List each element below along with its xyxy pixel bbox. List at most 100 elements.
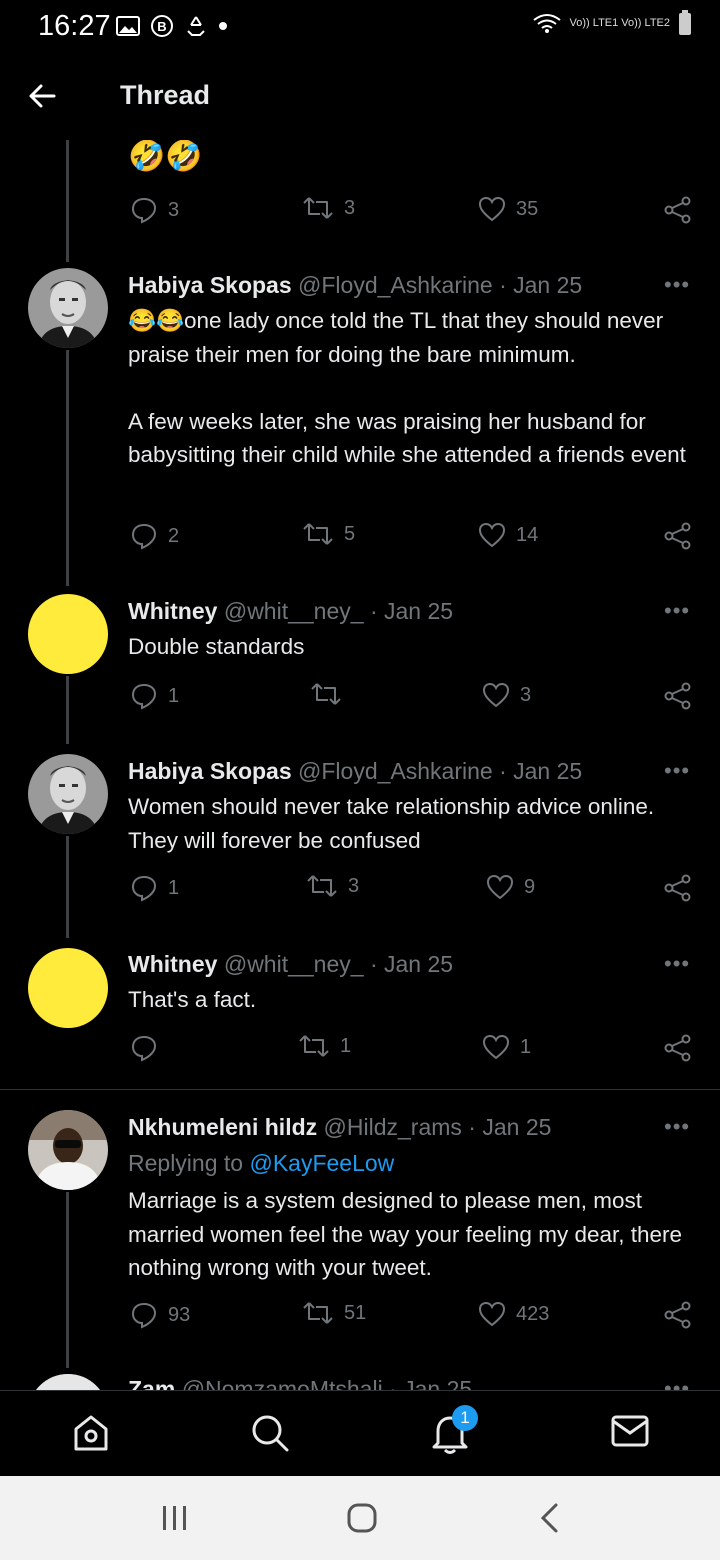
like-button[interactable]: 423 bbox=[478, 1301, 549, 1327]
tweet-header: Whitney @whit__ney_ · Jan 25 bbox=[128, 598, 453, 625]
tweet-body: 😂😂one lady once told the TL that they sh… bbox=[128, 308, 686, 467]
more-options-button[interactable]: ••• bbox=[664, 758, 690, 784]
status-notification-icons: B bbox=[116, 14, 228, 38]
tweet-body-partial: 🤣🤣 bbox=[128, 140, 203, 173]
tweet-date: · Jan 25 bbox=[389, 1376, 473, 1390]
heart-icon bbox=[482, 1034, 510, 1060]
tweet-body: Marriage is a system designed to please … bbox=[128, 1188, 683, 1280]
svg-text:B: B bbox=[157, 19, 166, 34]
display-name[interactable]: Habiya Skopas bbox=[128, 758, 292, 784]
reply-button[interactable] bbox=[130, 1034, 168, 1062]
share-button[interactable] bbox=[664, 1034, 692, 1062]
tweet-date: · Jan 25 bbox=[369, 951, 454, 977]
b-icon: B bbox=[151, 15, 173, 37]
recents-icon[interactable] bbox=[160, 1504, 190, 1532]
avatar[interactable] bbox=[28, 948, 108, 1028]
reply-count: 2 bbox=[168, 524, 180, 547]
tweet-body: That's a fact. bbox=[128, 987, 257, 1012]
more-options-button[interactable]: ••• bbox=[664, 598, 690, 624]
back-arrow-icon[interactable] bbox=[26, 80, 58, 112]
display-name[interactable]: Nkhumeleni hildz bbox=[128, 1114, 317, 1140]
network-label: Vo)) LTE1 Vo)) LTE2 bbox=[569, 17, 670, 29]
share-button[interactable] bbox=[664, 522, 692, 550]
thread-divider bbox=[0, 1089, 720, 1090]
like-button[interactable]: 3 bbox=[482, 682, 531, 708]
more-options-button[interactable]: ••• bbox=[664, 272, 690, 298]
battery-icon bbox=[679, 10, 691, 35]
tweet-header: Habiya Skopas @Floyd_Ashkarine · Jan 25 bbox=[128, 272, 582, 299]
handle[interactable]: @Floyd_Ashkarine bbox=[298, 758, 493, 784]
heart-icon bbox=[478, 1301, 506, 1327]
handle[interactable]: @Floyd_Ashkarine bbox=[298, 272, 493, 298]
thread-list[interactable]: 🤣🤣 3 3 35 Habiya Skopas @Floyd_Ashkarine… bbox=[0, 140, 720, 1390]
avatar[interactable] bbox=[28, 594, 108, 674]
tweet-header: Whitney @whit__ney_ · Jan 25 bbox=[128, 951, 453, 978]
retweet-icon bbox=[303, 523, 333, 545]
retweet-button[interactable] bbox=[310, 682, 352, 706]
retweet-button[interactable]: 5 bbox=[302, 522, 355, 546]
share-icon bbox=[664, 1034, 691, 1062]
like-button[interactable]: 9 bbox=[486, 874, 535, 900]
more-options-button[interactable]: ••• bbox=[664, 951, 690, 977]
home-circle-icon[interactable] bbox=[346, 1502, 378, 1534]
handle[interactable]: @Hildz_rams bbox=[324, 1114, 462, 1140]
retweet-count: 3 bbox=[344, 196, 356, 219]
handle[interactable]: @NomzamoMtshali bbox=[182, 1376, 383, 1390]
retweet-count: 1 bbox=[340, 1034, 352, 1057]
display-name[interactable]: Whitney bbox=[128, 598, 217, 624]
retweet-button[interactable]: 51 bbox=[302, 1301, 366, 1325]
like-button[interactable]: 14 bbox=[478, 522, 538, 548]
retweet-button[interactable]: 3 bbox=[306, 874, 359, 898]
like-button[interactable]: 35 bbox=[478, 196, 538, 222]
thread-header: Thread bbox=[0, 52, 720, 140]
share-icon bbox=[664, 682, 691, 710]
retweet-icon bbox=[311, 683, 341, 705]
share-icon bbox=[664, 874, 691, 902]
recycle-icon bbox=[187, 16, 205, 36]
like-count: 35 bbox=[516, 197, 539, 220]
display-name[interactable]: Habiya Skopas bbox=[128, 272, 292, 298]
heart-icon bbox=[478, 196, 506, 222]
retweet-icon bbox=[303, 197, 333, 219]
retweet-count: 5 bbox=[344, 522, 356, 545]
avatar[interactable] bbox=[28, 268, 108, 348]
like-count: 9 bbox=[524, 875, 536, 898]
search-icon[interactable] bbox=[250, 1413, 290, 1453]
notification-badge: 1 bbox=[452, 1405, 478, 1431]
system-navigation-bar bbox=[0, 1476, 720, 1560]
retweet-count: 51 bbox=[344, 1301, 367, 1324]
reply-button[interactable]: 3 bbox=[130, 196, 179, 224]
like-button[interactable]: 1 bbox=[482, 1034, 531, 1060]
avatar[interactable] bbox=[28, 1110, 108, 1190]
reply-button[interactable]: 1 bbox=[130, 682, 179, 710]
heart-icon bbox=[486, 874, 514, 900]
more-options-button[interactable]: ••• bbox=[664, 1114, 690, 1140]
share-button[interactable] bbox=[664, 196, 692, 224]
retweet-button[interactable]: 3 bbox=[302, 196, 355, 220]
display-name[interactable]: Whitney bbox=[128, 951, 217, 977]
share-button[interactable] bbox=[664, 874, 692, 902]
like-count: 1 bbox=[520, 1035, 532, 1058]
reply-button[interactable]: 2 bbox=[130, 522, 179, 550]
home-icon[interactable] bbox=[72, 1413, 110, 1453]
share-button[interactable] bbox=[664, 682, 692, 710]
reply-button[interactable]: 93 bbox=[130, 1301, 190, 1329]
like-count: 14 bbox=[516, 523, 539, 546]
reply-count: 93 bbox=[168, 1303, 191, 1326]
avatar[interactable] bbox=[28, 1374, 108, 1390]
like-count: 3 bbox=[520, 683, 532, 706]
bottom-navigation: 1 bbox=[0, 1390, 720, 1477]
reply-button[interactable]: 1 bbox=[130, 874, 179, 902]
back-chevron-icon[interactable] bbox=[538, 1502, 562, 1534]
reply-icon bbox=[131, 1302, 157, 1329]
avatar[interactable] bbox=[28, 754, 108, 834]
share-button[interactable] bbox=[664, 1301, 692, 1329]
retweet-button[interactable]: 1 bbox=[298, 1034, 351, 1058]
tweet-date: · Jan 25 bbox=[499, 272, 583, 298]
replying-to-link[interactable]: @KayFeeLow bbox=[249, 1150, 394, 1176]
handle[interactable]: @whit__ney_ bbox=[224, 598, 364, 624]
handle[interactable]: @whit__ney_ bbox=[224, 951, 364, 977]
more-options-button[interactable]: ••• bbox=[664, 1376, 690, 1390]
messages-icon[interactable] bbox=[610, 1413, 650, 1449]
display-name[interactable]: Zam bbox=[128, 1376, 175, 1390]
